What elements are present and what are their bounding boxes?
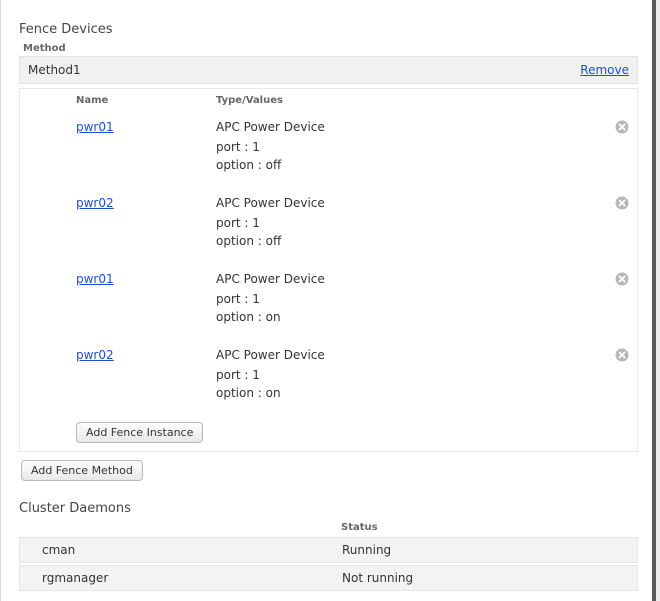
method-name: Method1 bbox=[28, 63, 81, 77]
fence-instance-row: pwr02 APC Power Device port : 1 option :… bbox=[20, 340, 637, 416]
remove-instance-icon[interactable] bbox=[615, 120, 629, 134]
daemon-status-col: Status bbox=[341, 522, 378, 533]
add-fence-method-button[interactable]: Add Fence Method bbox=[21, 460, 143, 481]
remove-method-link[interactable]: Remove bbox=[580, 63, 629, 77]
fence-instance-option: option : on bbox=[216, 310, 605, 324]
daemon-status: Not running bbox=[342, 571, 629, 585]
instances-col-type: Type/Values bbox=[216, 95, 605, 106]
fence-instance-type: APC Power Device bbox=[216, 120, 605, 134]
fence-instance-name-link[interactable]: pwr02 bbox=[76, 196, 114, 210]
fence-instance-name-link[interactable]: pwr01 bbox=[76, 120, 114, 134]
cluster-daemons-heading: Cluster Daemons bbox=[19, 501, 638, 516]
fence-instance-type: APC Power Device bbox=[216, 272, 605, 286]
remove-instance-icon[interactable] bbox=[615, 348, 629, 362]
fence-instance-option: option : off bbox=[216, 234, 605, 248]
fence-instance-option: option : on bbox=[216, 386, 605, 400]
daemon-status: Running bbox=[342, 543, 629, 557]
daemon-row: rgmanager Not running bbox=[19, 565, 638, 591]
fence-instance-port: port : 1 bbox=[216, 140, 605, 154]
fence-instance-name-link[interactable]: pwr01 bbox=[76, 272, 114, 286]
fence-instance-port: port : 1 bbox=[216, 368, 605, 382]
fence-instance-row: pwr01 APC Power Device port : 1 option :… bbox=[20, 264, 637, 340]
method-header-bar: Method1 Remove bbox=[19, 56, 638, 84]
fence-instance-type: APC Power Device bbox=[216, 348, 605, 362]
fence-instance-option: option : off bbox=[216, 158, 605, 172]
daemon-name: cman bbox=[42, 543, 342, 557]
method-column-label: Method bbox=[19, 43, 638, 56]
fence-instance-row: pwr02 APC Power Device port : 1 option :… bbox=[20, 188, 637, 264]
instances-col-name: Name bbox=[76, 95, 216, 106]
daemon-name: rgmanager bbox=[42, 571, 342, 585]
remove-instance-icon[interactable] bbox=[615, 272, 629, 286]
fence-instance-port: port : 1 bbox=[216, 292, 605, 306]
fence-instance-type: APC Power Device bbox=[216, 196, 605, 210]
vertical-scrollbar[interactable] bbox=[652, 0, 656, 601]
fence-instance-name-link[interactable]: pwr02 bbox=[76, 348, 114, 362]
add-fence-instance-button[interactable]: Add Fence Instance bbox=[76, 422, 203, 443]
fence-instances-box: Name Type/Values pwr01 APC Power Device … bbox=[19, 88, 638, 452]
daemon-row: cman Running bbox=[19, 537, 638, 563]
fence-instance-port: port : 1 bbox=[216, 216, 605, 230]
fence-instance-row: pwr01 APC Power Device port : 1 option :… bbox=[20, 112, 637, 188]
fence-devices-heading: Fence Devices bbox=[19, 22, 638, 37]
remove-instance-icon[interactable] bbox=[615, 196, 629, 210]
